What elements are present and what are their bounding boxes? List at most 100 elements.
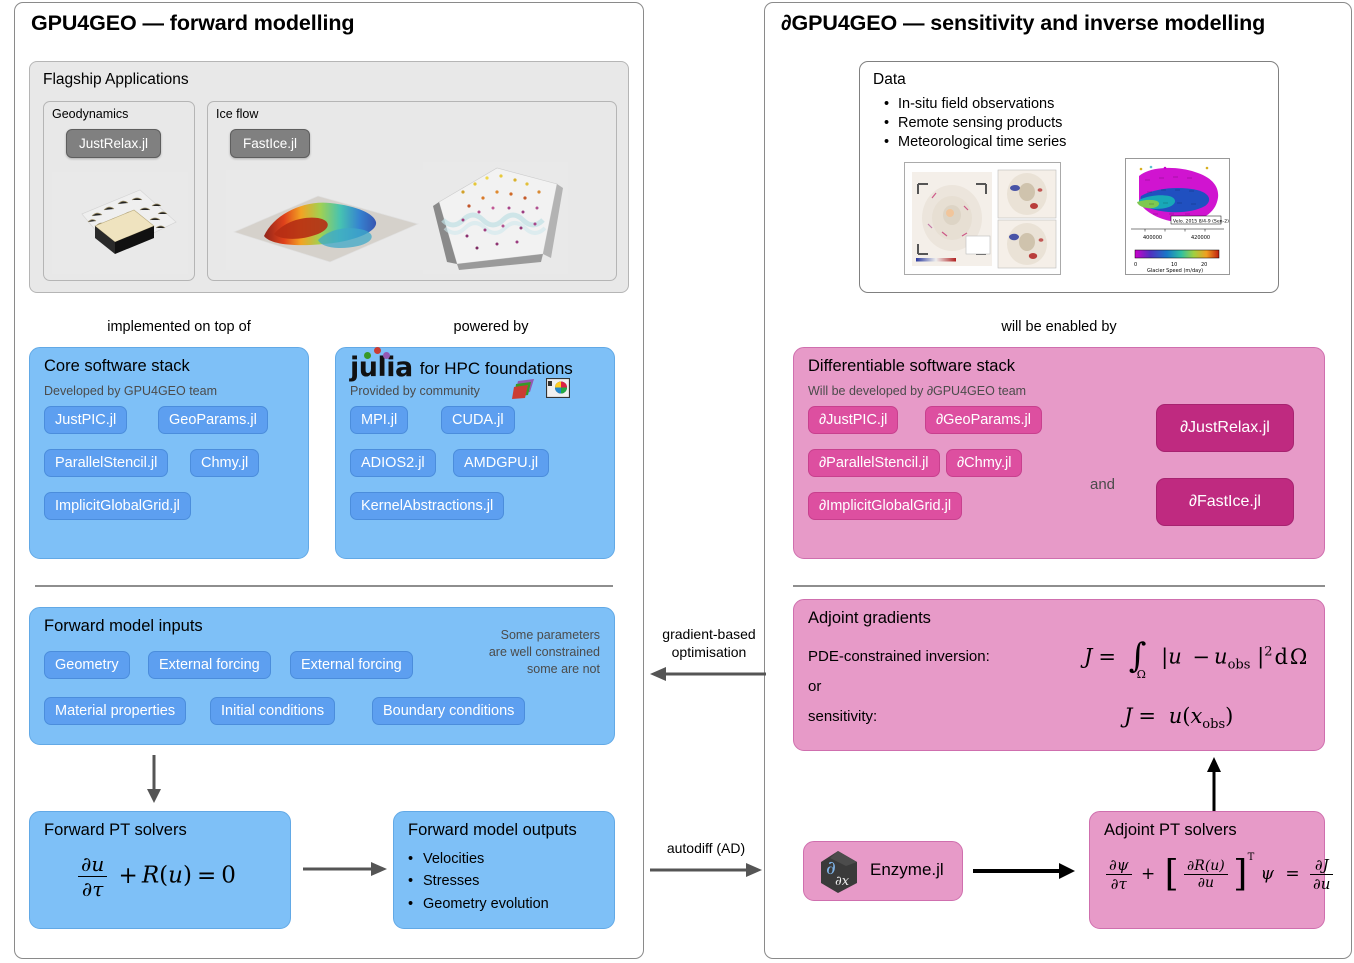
julia-dot-red bbox=[374, 347, 381, 354]
flagship-card-geodynamics: Geodynamics JustRelax.jl bbox=[43, 101, 195, 281]
arrow-gradient-based-optimisation bbox=[650, 667, 766, 681]
outputs-item-2: Geometry evolution bbox=[423, 895, 549, 912]
forward-pt-solvers-box: Forward PT solvers ∂u ∂τ + R(u) = 0 bbox=[29, 811, 291, 929]
iceflow-label: Ice flow bbox=[216, 107, 259, 121]
forward-model-outputs-box: Forward model outputs • Velocities • Stres… bbox=[393, 811, 615, 929]
connector-label-implemented: implemented on top of bbox=[107, 319, 251, 335]
pill-geometry[interactable]: Geometry bbox=[44, 651, 130, 679]
arrow-solvers-to-outputs bbox=[303, 862, 387, 876]
pill-adios2[interactable]: ADIOS2.jl bbox=[350, 449, 436, 477]
adjoint-pt-solvers-box: Adjoint PT solvers ∂ψ ∂τ + [ ∂R(u) ∂u ] T … bbox=[1089, 811, 1334, 929]
glacier-caption: Velo. 2015 8/4-9 (Sen-2) bbox=[1173, 219, 1229, 225]
arrow-adjointsolvers-to-gradients bbox=[1207, 757, 1221, 811]
left-divider bbox=[35, 585, 613, 587]
enzyme-box[interactable]: ∂ ∂x Enzyme.jl bbox=[803, 841, 963, 901]
adjoint-label-inversion: PDE-constrained inversion: bbox=[808, 648, 990, 665]
iceflow-thumbnail-channel bbox=[423, 162, 568, 274]
right-panel-title: ∂GPU4GEO — sensitivity and inverse model… bbox=[781, 11, 1266, 35]
inputs-note-line3: some are not bbox=[527, 661, 600, 676]
right-divider bbox=[793, 585, 1325, 587]
pill-external-forcing-2[interactable]: External forcing bbox=[290, 651, 413, 679]
pill-dparallelstencil[interactable]: ∂ParallelStencil.jl bbox=[808, 449, 940, 477]
list-item: • In-situ field observations bbox=[884, 96, 1055, 112]
pill-parallelstencil[interactable]: ParallelStencil.jl bbox=[44, 449, 169, 477]
inputs-title: Forward model inputs bbox=[44, 617, 203, 635]
pill-dchmy[interactable]: ∂Chmy.jl bbox=[946, 449, 1023, 477]
data-item-0: In-situ field observations bbox=[898, 96, 1055, 112]
julia-dot-green bbox=[364, 352, 371, 359]
diff-stack-title: Differentiable software stack bbox=[808, 357, 1015, 375]
left-panel: GPU4GEO — forward modelling Flagship App… bbox=[14, 2, 644, 959]
forward-pt-equation: ∂u ∂τ + R(u) = 0 bbox=[78, 852, 236, 901]
flagship-card-iceflow: Ice flow FastIce.jl bbox=[207, 101, 617, 281]
list-item: • Velocities bbox=[408, 851, 485, 867]
list-item: • Stresses bbox=[408, 873, 480, 890]
autodiff-label: autodiff (AD) bbox=[666, 840, 746, 856]
connector-label-enabled: will be enabled by bbox=[1001, 319, 1117, 335]
pill-initial-conditions[interactable]: Initial conditions bbox=[210, 697, 336, 725]
diff-stack-subtitle: Will be developed by ∂GPU4GEO team bbox=[808, 384, 1027, 398]
right-panel: ∂GPU4GEO — sensitivity and inverse model… bbox=[764, 2, 1352, 959]
pill-material-properties[interactable]: Material properties bbox=[44, 697, 187, 725]
gradient-label-line1: gradient-based bbox=[662, 626, 756, 642]
conjunction-and: and bbox=[1090, 476, 1116, 493]
adjoint-pt-equation: ∂ψ ∂τ + [ ∂R(u) ∂u ] T ψ = ∂J ∂u bbox=[1106, 852, 1334, 893]
list-item: • Remote sensing products bbox=[884, 115, 1063, 131]
solvers-title: Forward PT solvers bbox=[44, 821, 187, 839]
pill-dimplicitglobalgrid[interactable]: ∂ImplicitGlobalGrid.jl bbox=[808, 492, 963, 520]
data-item-2: Meteorological time series bbox=[898, 134, 1067, 150]
justrelax-pill[interactable]: JustRelax.jl bbox=[66, 129, 162, 158]
enzyme-label: Enzyme.jl bbox=[870, 860, 944, 879]
julia-wordmark: julia bbox=[350, 352, 413, 383]
pill-djustrelax[interactable]: ∂JustRelax.jl bbox=[1156, 404, 1294, 452]
pill-dgeoparams[interactable]: ∂GeoParams.jl bbox=[925, 406, 1043, 434]
arrow-enzyme-to-adjointsolvers bbox=[973, 863, 1075, 879]
svg-text:420000: 420000 bbox=[1191, 235, 1210, 241]
svg-text:0: 0 bbox=[1134, 262, 1137, 268]
pill-implicitglobalgrid[interactable]: ImplicitGlobalGrid.jl bbox=[44, 492, 191, 520]
pill-amdgpu[interactable]: AMDGPU.jl bbox=[453, 449, 550, 477]
data-heading: Data bbox=[873, 71, 906, 88]
core-software-stack-box: Core software stack Developed by GPU4GEO… bbox=[29, 347, 309, 559]
inputs-note-line2: are well constrained bbox=[488, 644, 600, 659]
enzyme-logo-icon: ∂ ∂x bbox=[821, 851, 857, 893]
pill-mpi[interactable]: MPI.jl bbox=[350, 406, 409, 434]
pill-external-forcing-1[interactable]: External forcing bbox=[148, 651, 271, 679]
geodynamics-thumbnail bbox=[52, 172, 188, 274]
diagram-root: GPU4GEO — forward modelling Flagship App… bbox=[0, 0, 1354, 963]
outputs-item-1: Stresses bbox=[423, 873, 480, 890]
arrow-inputs-to-solvers bbox=[147, 755, 161, 803]
adjoint-equation-inversion: J = ∫ Ω |u − uobs |2dΩ bbox=[1084, 636, 1308, 681]
core-stack-subtitle: Developed by GPU4GEO team bbox=[44, 384, 217, 398]
pill-dfastice[interactable]: ∂FastIce.jl bbox=[1156, 478, 1294, 526]
svg-text:400000: 400000 bbox=[1143, 235, 1162, 241]
list-item: • Meteorological time series bbox=[884, 134, 1067, 150]
pill-boundary-conditions[interactable]: Boundary conditions bbox=[372, 697, 526, 725]
pill-geoparams[interactable]: GeoParams.jl bbox=[158, 406, 268, 434]
iceflow-thumbnail-surface bbox=[226, 170, 426, 270]
volcano-maps-thumbnail bbox=[904, 162, 1061, 275]
glacier-velocity-thumbnail: Velo. 2015 8/4-9 (Sen-2) 400000 420000 0… bbox=[1125, 158, 1230, 275]
data-card: Data • In-situ field observations • Remote… bbox=[859, 61, 1279, 293]
pill-justpic[interactable]: JustPIC.jl bbox=[44, 406, 128, 434]
list-item: • Geometry evolution bbox=[408, 895, 549, 912]
forward-model-inputs-box: Forward model inputs Some parameters are… bbox=[29, 607, 615, 745]
connector-label-powered: powered by bbox=[453, 319, 529, 335]
gradient-label-line2: optimisation bbox=[671, 643, 747, 660]
inputs-note: Some parameters are well constrained som… bbox=[489, 627, 600, 678]
pill-djustpic[interactable]: ∂JustPIC.jl bbox=[808, 406, 899, 434]
left-panel-title: GPU4GEO — forward modelling bbox=[31, 11, 355, 35]
fastice-pill[interactable]: FastIce.jl bbox=[230, 129, 311, 158]
community-gpu-icon bbox=[546, 378, 570, 398]
flagship-heading: Flagship Applications bbox=[43, 71, 189, 88]
pill-kernelabstractions[interactable]: KernelAbstractions.jl bbox=[350, 492, 505, 520]
svg-text:Glacier Speed (m/day): Glacier Speed (m/day) bbox=[1147, 268, 1203, 274]
adjoint-equation-sensitivity: J = u(xobs) bbox=[1124, 704, 1234, 733]
arrow-autodiff bbox=[650, 863, 762, 877]
adjoint-title: Adjoint gradients bbox=[808, 609, 931, 627]
adjoint-gradients-box: Adjoint gradients PDE-constrained invers… bbox=[793, 599, 1325, 751]
pill-cuda[interactable]: CUDA.jl bbox=[441, 406, 515, 434]
julia-stack-subtitle: Provided by community bbox=[350, 384, 480, 398]
adjoint-solvers-title: Adjoint PT solvers bbox=[1104, 821, 1237, 839]
pill-chmy[interactable]: Chmy.jl bbox=[190, 449, 260, 477]
